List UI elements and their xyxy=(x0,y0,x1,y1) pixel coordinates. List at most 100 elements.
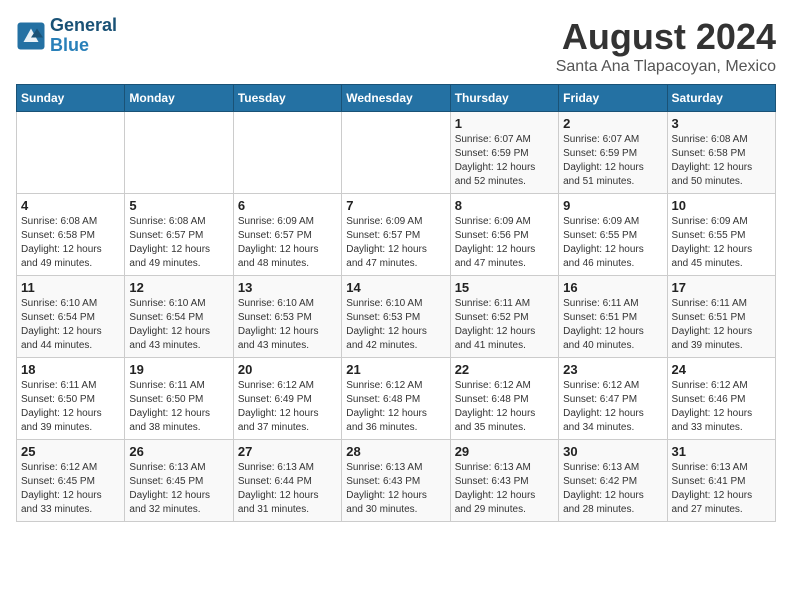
calendar-cell-week3-day6: 24 Sunrise: 6:12 AM Sunset: 6:46 PM Dayli… xyxy=(667,358,775,440)
day-info: Sunrise: 6:13 AM Sunset: 6:43 PM Dayligh… xyxy=(455,461,554,517)
day-number: 14 xyxy=(346,280,445,295)
logo-text: General Blue xyxy=(50,16,117,56)
calendar-cell-week4-day5: 30 Sunrise: 6:13 AM Sunset: 6:42 PM Dayli… xyxy=(559,440,667,522)
day-info: Sunrise: 6:11 AM Sunset: 6:50 PM Dayligh… xyxy=(21,379,120,435)
day-info: Sunrise: 6:09 AM Sunset: 6:56 PM Dayligh… xyxy=(455,215,554,271)
calendar-cell-week2-day0: 11 Sunrise: 6:10 AM Sunset: 6:54 PM Dayli… xyxy=(17,276,125,358)
day-number: 2 xyxy=(563,116,662,131)
day-info: Sunrise: 6:12 AM Sunset: 6:46 PM Dayligh… xyxy=(672,379,771,435)
day-info: Sunrise: 6:11 AM Sunset: 6:51 PM Dayligh… xyxy=(563,297,662,353)
calendar-cell-week1-day5: 9Sunrise: 6:09 AM Sunset: 6:55 PM Daylig… xyxy=(559,194,667,276)
calendar-cell-week1-day1: 5 Sunrise: 6:08 AM Sunset: 6:57 PM Daylig… xyxy=(125,194,233,276)
day-number: 1 xyxy=(455,116,554,131)
day-info: Sunrise: 6:10 AM Sunset: 6:54 PM Dayligh… xyxy=(129,297,228,353)
day-info: Sunrise: 6:08 AM Sunset: 6:57 PM Dayligh… xyxy=(129,215,228,271)
calendar-cell-week0-day4: 1 Sunrise: 6:07 AM Sunset: 6:59 PM Daylig… xyxy=(450,112,558,194)
weekday-header-thursday: Thursday xyxy=(450,85,558,112)
calendar-cell-week0-day5: 2 Sunrise: 6:07 AM Sunset: 6:59 PM Daylig… xyxy=(559,112,667,194)
day-number: 29 xyxy=(455,444,554,459)
day-number: 3 xyxy=(672,116,771,131)
day-number: 25 xyxy=(21,444,120,459)
day-number: 8 xyxy=(455,198,554,213)
day-number: 7 xyxy=(346,198,445,213)
calendar-cell-week4-day6: 31 Sunrise: 6:13 AM Sunset: 6:41 PM Dayli… xyxy=(667,440,775,522)
day-number: 6 xyxy=(238,198,337,213)
day-number: 27 xyxy=(238,444,337,459)
day-number: 18 xyxy=(21,362,120,377)
calendar-cell-week0-day6: 3 Sunrise: 6:08 AM Sunset: 6:58 PM Daylig… xyxy=(667,112,775,194)
calendar-cell-week2-day6: 17 Sunrise: 6:11 AM Sunset: 6:51 PM Dayli… xyxy=(667,276,775,358)
calendar-cell-week4-day3: 28 Sunrise: 6:13 AM Sunset: 6:43 PM Dayli… xyxy=(342,440,450,522)
day-info: Sunrise: 6:13 AM Sunset: 6:45 PM Dayligh… xyxy=(129,461,228,517)
day-number: 9 xyxy=(563,198,662,213)
calendar-cell-week1-day3: 7 Sunrise: 6:09 AM Sunset: 6:57 PM Daylig… xyxy=(342,194,450,276)
day-number: 21 xyxy=(346,362,445,377)
logo: General Blue xyxy=(16,16,117,56)
logo-icon xyxy=(16,21,46,51)
calendar-cell-week2-day4: 15 Sunrise: 6:11 AM Sunset: 6:52 PM Dayli… xyxy=(450,276,558,358)
day-info: Sunrise: 6:12 AM Sunset: 6:48 PM Dayligh… xyxy=(346,379,445,435)
day-info: Sunrise: 6:13 AM Sunset: 6:44 PM Dayligh… xyxy=(238,461,337,517)
calendar-cell-week4-day4: 29 Sunrise: 6:13 AM Sunset: 6:43 PM Dayli… xyxy=(450,440,558,522)
day-info: Sunrise: 6:11 AM Sunset: 6:52 PM Dayligh… xyxy=(455,297,554,353)
calendar-cell-week0-day1 xyxy=(125,112,233,194)
day-number: 5 xyxy=(129,198,228,213)
header-area: General Blue August 2024 Santa Ana Tlapa… xyxy=(16,16,776,76)
title-area: August 2024 Santa Ana Tlapacoyan, Mexico xyxy=(556,16,776,76)
day-number: 26 xyxy=(129,444,228,459)
day-info: Sunrise: 6:10 AM Sunset: 6:54 PM Dayligh… xyxy=(21,297,120,353)
day-info: Sunrise: 6:12 AM Sunset: 6:49 PM Dayligh… xyxy=(238,379,337,435)
day-info: Sunrise: 6:09 AM Sunset: 6:57 PM Dayligh… xyxy=(346,215,445,271)
day-info: Sunrise: 6:09 AM Sunset: 6:57 PM Dayligh… xyxy=(238,215,337,271)
day-number: 20 xyxy=(238,362,337,377)
day-info: Sunrise: 6:13 AM Sunset: 6:41 PM Dayligh… xyxy=(672,461,771,517)
day-info: Sunrise: 6:13 AM Sunset: 6:42 PM Dayligh… xyxy=(563,461,662,517)
weekday-header-saturday: Saturday xyxy=(667,85,775,112)
day-info: Sunrise: 6:13 AM Sunset: 6:43 PM Dayligh… xyxy=(346,461,445,517)
calendar-cell-week0-day0 xyxy=(17,112,125,194)
calendar-title: August 2024 xyxy=(556,16,776,58)
day-number: 24 xyxy=(672,362,771,377)
day-number: 12 xyxy=(129,280,228,295)
day-info: Sunrise: 6:10 AM Sunset: 6:53 PM Dayligh… xyxy=(238,297,337,353)
day-info: Sunrise: 6:07 AM Sunset: 6:59 PM Dayligh… xyxy=(563,133,662,189)
weekday-header-wednesday: Wednesday xyxy=(342,85,450,112)
calendar-cell-week3-day3: 21 Sunrise: 6:12 AM Sunset: 6:48 PM Dayli… xyxy=(342,358,450,440)
calendar-cell-week3-day4: 22Sunrise: 6:12 AM Sunset: 6:48 PM Dayli… xyxy=(450,358,558,440)
calendar-cell-week1-day6: 10Sunrise: 6:09 AM Sunset: 6:55 PM Dayli… xyxy=(667,194,775,276)
day-info: Sunrise: 6:11 AM Sunset: 6:50 PM Dayligh… xyxy=(129,379,228,435)
day-info: Sunrise: 6:08 AM Sunset: 6:58 PM Dayligh… xyxy=(672,133,771,189)
calendar-cell-week1-day2: 6 Sunrise: 6:09 AM Sunset: 6:57 PM Daylig… xyxy=(233,194,341,276)
calendar-cell-week2-day5: 16 Sunrise: 6:11 AM Sunset: 6:51 PM Dayli… xyxy=(559,276,667,358)
day-info: Sunrise: 6:07 AM Sunset: 6:59 PM Dayligh… xyxy=(455,133,554,189)
calendar-cell-week4-day0: 25Sunrise: 6:12 AM Sunset: 6:45 PM Dayli… xyxy=(17,440,125,522)
calendar-cell-week2-day2: 13Sunrise: 6:10 AM Sunset: 6:53 PM Dayli… xyxy=(233,276,341,358)
day-number: 15 xyxy=(455,280,554,295)
calendar-cell-week0-day3 xyxy=(342,112,450,194)
day-number: 28 xyxy=(346,444,445,459)
weekday-header-friday: Friday xyxy=(559,85,667,112)
calendar-cell-week2-day1: 12 Sunrise: 6:10 AM Sunset: 6:54 PM Dayli… xyxy=(125,276,233,358)
day-number: 23 xyxy=(563,362,662,377)
weekday-header-sunday: Sunday xyxy=(17,85,125,112)
day-info: Sunrise: 6:10 AM Sunset: 6:53 PM Dayligh… xyxy=(346,297,445,353)
calendar-cell-week3-day2: 20 Sunrise: 6:12 AM Sunset: 6:49 PM Dayli… xyxy=(233,358,341,440)
weekday-header-monday: Monday xyxy=(125,85,233,112)
calendar-cell-week0-day2 xyxy=(233,112,341,194)
day-number: 16 xyxy=(563,280,662,295)
day-number: 17 xyxy=(672,280,771,295)
calendar-cell-week3-day5: 23 Sunrise: 6:12 AM Sunset: 6:47 PM Dayli… xyxy=(559,358,667,440)
day-number: 11 xyxy=(21,280,120,295)
day-number: 31 xyxy=(672,444,771,459)
weekday-header-tuesday: Tuesday xyxy=(233,85,341,112)
day-info: Sunrise: 6:08 AM Sunset: 6:58 PM Dayligh… xyxy=(21,215,120,271)
calendar-cell-week1-day0: 4 Sunrise: 6:08 AM Sunset: 6:58 PM Daylig… xyxy=(17,194,125,276)
calendar-subtitle: Santa Ana Tlapacoyan, Mexico xyxy=(556,58,776,76)
day-info: Sunrise: 6:09 AM Sunset: 6:55 PM Dayligh… xyxy=(672,215,771,271)
day-number: 19 xyxy=(129,362,228,377)
day-info: Sunrise: 6:11 AM Sunset: 6:51 PM Dayligh… xyxy=(672,297,771,353)
day-info: Sunrise: 6:12 AM Sunset: 6:47 PM Dayligh… xyxy=(563,379,662,435)
day-number: 30 xyxy=(563,444,662,459)
calendar-cell-week3-day0: 18 Sunrise: 6:11 AM Sunset: 6:50 PM Dayli… xyxy=(17,358,125,440)
day-number: 4 xyxy=(21,198,120,213)
